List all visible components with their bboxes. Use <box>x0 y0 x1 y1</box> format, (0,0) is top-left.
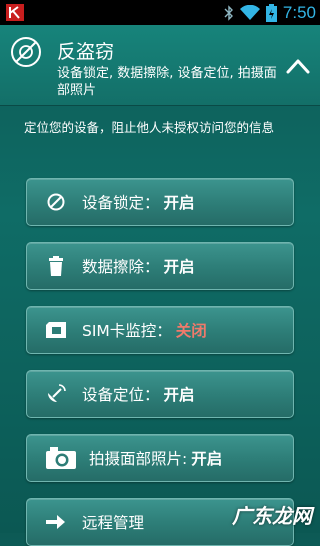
sim-monitor-button[interactable]: SIM卡监控： 关闭 <box>26 306 294 354</box>
bluetooth-icon <box>224 4 233 21</box>
arrow-right-icon <box>45 511 67 533</box>
remote-management-label: 远程管理 <box>82 514 145 532</box>
intro-text: 定位您的设备，阻止他人未授权访问您的信息 <box>24 120 275 135</box>
satellite-icon <box>45 383 67 405</box>
data-wipe-button[interactable]: 数据擦除： 开启 <box>26 242 294 290</box>
battery-icon <box>265 3 277 22</box>
page-title: 反盗窃 <box>57 41 115 63</box>
device-locate-value: 开启 <box>163 386 195 404</box>
camera-icon <box>45 447 77 469</box>
sim-monitor-value: 关闭 <box>175 322 207 340</box>
device-locate-button[interactable]: 设备定位： 开启 <box>26 370 294 418</box>
watermark: 广东龙网 <box>232 504 312 528</box>
page-subtitle: 设备锁定, 数据擦除, 设备定位, 拍摄面部照片 <box>57 66 277 98</box>
face-photo-value: 开启 <box>191 450 223 468</box>
device-locate-label: 设备定位： <box>82 386 160 404</box>
face-photo-label: 拍摄面部照片: <box>89 450 188 468</box>
chevron-up-icon[interactable] <box>284 56 312 76</box>
wifi-icon <box>239 4 260 20</box>
device-lock-label: 设备锁定： <box>82 194 160 212</box>
kaspersky-app-icon <box>6 4 24 21</box>
device-lock-value: 开启 <box>163 194 195 212</box>
device-lock-button[interactable]: 设备锁定： 开启 <box>26 178 294 226</box>
face-photo-button[interactable]: 拍摄面部照片: 开启 <box>26 434 294 482</box>
anti-theft-header[interactable]: 反盗窃 设备锁定, 数据擦除, 设备定位, 拍摄面部照片 <box>0 25 320 106</box>
clock: 7:50 <box>282 2 316 22</box>
status-bar: 7:50 <box>0 0 320 25</box>
data-wipe-label: 数据擦除： <box>82 258 160 276</box>
trash-icon <box>45 255 67 277</box>
anti-theft-logo-icon <box>11 37 41 67</box>
sim-card-icon <box>45 319 67 341</box>
data-wipe-value: 开启 <box>163 258 195 276</box>
block-icon <box>45 191 67 213</box>
sim-monitor-label: SIM卡监控： <box>82 322 172 340</box>
